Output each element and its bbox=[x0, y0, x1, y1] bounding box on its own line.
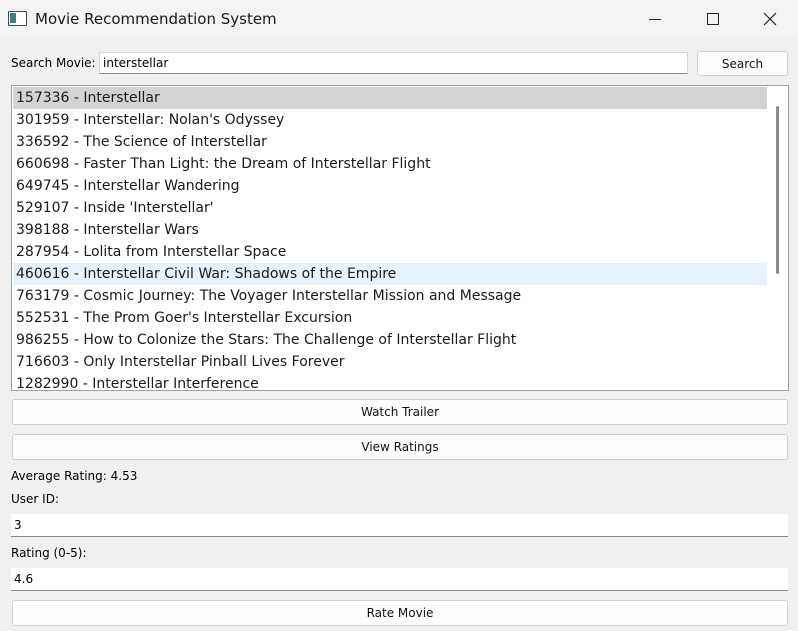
search-button[interactable]: Search bbox=[697, 51, 788, 76]
view-ratings-button[interactable]: View Ratings bbox=[12, 434, 788, 460]
list-item[interactable]: 716603 - Only Interstellar Pinball Lives… bbox=[13, 351, 767, 373]
rating-field[interactable] bbox=[11, 568, 788, 591]
average-rating-text: Average Rating: 4.53 bbox=[11, 469, 138, 483]
list-item[interactable]: 763179 - Cosmic Journey: The Voyager Int… bbox=[13, 285, 767, 307]
list-item[interactable]: 287954 - Lolita from Interstellar Space bbox=[13, 241, 767, 263]
list-item[interactable]: 157336 - Interstellar bbox=[13, 87, 767, 109]
movie-results-list[interactable]: 157336 - Interstellar 301959 - Interstell… bbox=[11, 85, 789, 391]
scrollbar-thumb[interactable] bbox=[776, 106, 779, 274]
app-window-icon bbox=[8, 11, 27, 26]
minimize-icon bbox=[649, 18, 661, 20]
list-item[interactable]: 398188 - Interstellar Wars bbox=[13, 219, 767, 241]
search-movie-label: Search Movie: bbox=[11, 56, 96, 70]
minimize-button[interactable] bbox=[626, 0, 684, 38]
rating-label: Rating (0-5): bbox=[11, 546, 87, 560]
list-item[interactable]: 552531 - The Prom Goer's Interstellar Ex… bbox=[13, 307, 767, 329]
list-scrollbar[interactable] bbox=[769, 87, 788, 389]
watch-trailer-button[interactable]: Watch Trailer bbox=[12, 399, 788, 425]
list-item[interactable]: 460616 - Interstellar Civil War: Shadows… bbox=[13, 263, 767, 285]
close-icon bbox=[763, 12, 777, 26]
list-item[interactable]: 986255 - How to Colonize the Stars: The … bbox=[13, 329, 767, 351]
search-input[interactable] bbox=[99, 52, 688, 74]
list-item[interactable]: 529107 - Inside 'Interstellar' bbox=[13, 197, 767, 219]
window-title: Movie Recommendation System bbox=[35, 10, 277, 28]
list-item[interactable]: 336592 - The Science of Interstellar bbox=[13, 131, 767, 153]
rate-movie-button[interactable]: Rate Movie bbox=[12, 600, 788, 626]
close-button[interactable] bbox=[741, 0, 798, 38]
list-item[interactable]: 301959 - Interstellar: Nolan's Odyssey bbox=[13, 109, 767, 131]
maximize-icon bbox=[707, 13, 719, 25]
list-item[interactable]: 1282990 - Interstellar Interference bbox=[13, 373, 767, 390]
user-id-label: User ID: bbox=[11, 492, 59, 506]
list-item[interactable]: 649745 - Interstellar Wandering bbox=[13, 175, 767, 197]
list-item[interactable]: 660698 - Faster Than Light: the Dream of… bbox=[13, 153, 767, 175]
maximize-button[interactable] bbox=[684, 0, 742, 38]
title-bar: Movie Recommendation System bbox=[0, 0, 798, 38]
movie-results-items: 157336 - Interstellar 301959 - Interstell… bbox=[13, 87, 767, 390]
user-id-field[interactable] bbox=[11, 514, 788, 537]
